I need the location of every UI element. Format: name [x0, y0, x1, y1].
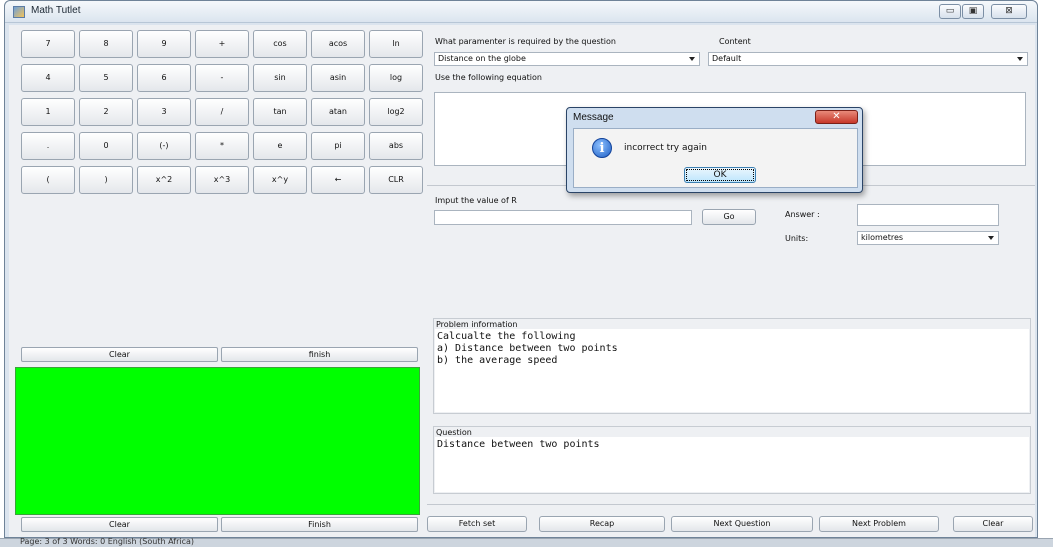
question-text: Distance between two points: [437, 439, 600, 450]
clear-button[interactable]: Clear: [953, 516, 1033, 532]
calc-key-9[interactable]: 9: [137, 30, 191, 58]
calc-key-7[interactable]: 7: [21, 30, 75, 58]
next-problem-button[interactable]: Next Problem: [819, 516, 939, 532]
status-text: Page: 3 of 3 Words: 0 English (South Afr…: [20, 537, 195, 546]
question-panel: Question Distance between two points: [433, 426, 1031, 494]
calc-key-cube[interactable]: x^3: [195, 166, 249, 194]
dialog-title: Message: [573, 112, 614, 123]
calc-key-multiply[interactable]: *: [195, 132, 249, 160]
app-window: Math Tutlet ▭ ▣ ⊠ Clear finish Clear Fin…: [4, 0, 1038, 538]
calc-key-1[interactable]: 1: [21, 98, 75, 126]
problem-info-panel: Problem information Calcualte the follow…: [433, 318, 1031, 414]
chevron-down-icon: [689, 57, 695, 61]
calc-key-0[interactable]: 0: [79, 132, 133, 160]
calc-key-tan[interactable]: tan: [253, 98, 307, 126]
chevron-down-icon: [988, 236, 994, 240]
maximize-button[interactable]: ▣: [962, 4, 984, 19]
content-select-value: Default: [712, 54, 742, 63]
go-button[interactable]: Go: [702, 209, 756, 225]
calc-key-plus[interactable]: +: [195, 30, 249, 58]
info-icon: i: [592, 138, 612, 158]
calc-key-4[interactable]: 4: [21, 64, 75, 92]
problem-info-header: Problem information: [436, 320, 518, 329]
bottom-clear-button[interactable]: Clear: [21, 517, 218, 532]
problem-info-line-1: Calcualte the following: [437, 331, 576, 342]
java-app-icon: [13, 6, 25, 18]
calc-key-decimal[interactable]: .: [21, 132, 75, 160]
calc-key-e[interactable]: e: [253, 132, 307, 160]
content-select[interactable]: Default: [708, 52, 1028, 66]
calc-key-5[interactable]: 5: [79, 64, 133, 92]
calc-key-clr[interactable]: CLR: [369, 166, 423, 194]
calc-key-pi[interactable]: pi: [311, 132, 365, 160]
dialog-body: i incorrect try again OK: [573, 128, 858, 188]
calc-key-ln[interactable]: ln: [369, 30, 423, 58]
question-header: Question: [436, 428, 472, 437]
recap-button[interactable]: Recap: [539, 516, 665, 532]
units-label: Units:: [785, 234, 809, 243]
bottom-finish-button[interactable]: Finish: [221, 517, 418, 532]
calc-key-cos[interactable]: cos: [253, 30, 307, 58]
calc-key-square[interactable]: x^2: [137, 166, 191, 194]
green-drawing-area: [15, 367, 420, 515]
calc-key-minus[interactable]: -: [195, 64, 249, 92]
calc-key-2[interactable]: 2: [79, 98, 133, 126]
window-title: Math Tutlet: [31, 5, 81, 16]
dialog-message: incorrect try again: [624, 143, 707, 153]
client-area: Clear finish Clear Finish What paramente…: [9, 25, 1035, 537]
message-dialog: Message ✕ i incorrect try again OK: [566, 107, 863, 193]
calc-key-acos[interactable]: acos: [311, 30, 365, 58]
calc-key-sin[interactable]: sin: [253, 64, 307, 92]
divider: [427, 504, 1035, 505]
calc-clear-button[interactable]: Clear: [21, 347, 218, 362]
calc-key-negate[interactable]: (-): [137, 132, 191, 160]
ok-button[interactable]: OK: [684, 167, 756, 183]
calc-key-asin[interactable]: asin: [311, 64, 365, 92]
dialog-close-button[interactable]: ✕: [815, 110, 858, 124]
r-value-input[interactable]: [434, 210, 692, 225]
taskbar-strip: Page: 3 of 3 Words: 0 English (South Afr…: [0, 537, 1053, 547]
minimize-button[interactable]: ▭: [939, 4, 961, 19]
units-select[interactable]: kilometres: [857, 231, 999, 245]
title-bar: Math Tutlet ▭ ▣ ⊠: [5, 1, 1037, 23]
equation-label: Use the following equation: [435, 73, 542, 82]
chevron-down-icon: [1017, 57, 1023, 61]
calculator-work-area: [15, 197, 420, 345]
problem-info-line-3: b) the average speed: [437, 355, 558, 366]
calc-key-log2[interactable]: log2: [369, 98, 423, 126]
parameter-label: What paramenter is required by the quest…: [435, 37, 616, 46]
next-question-button[interactable]: Next Question: [671, 516, 813, 532]
calc-key-close-paren[interactable]: ): [79, 166, 133, 194]
calc-key-6[interactable]: 6: [137, 64, 191, 92]
problem-info-text-area[interactable]: Calcualte the following a) Distance betw…: [435, 329, 1029, 412]
parameter-select[interactable]: Distance on the globe: [434, 52, 700, 66]
close-window-button[interactable]: ⊠: [991, 4, 1027, 19]
fetch-set-button[interactable]: Fetch set: [427, 516, 527, 532]
problem-info-line-2: a) Distance between two points: [437, 343, 618, 354]
units-select-value: kilometres: [861, 233, 904, 242]
answer-input[interactable]: [857, 204, 999, 226]
calc-finish-button[interactable]: finish: [221, 347, 418, 362]
calc-key-log[interactable]: log: [369, 64, 423, 92]
input-r-label: Imput the value of R: [435, 196, 517, 205]
calc-key-atan[interactable]: atan: [311, 98, 365, 126]
calc-key-abs[interactable]: abs: [369, 132, 423, 160]
calc-key-backspace[interactable]: ←: [311, 166, 365, 194]
content-label: Content: [719, 37, 751, 46]
parameter-select-value: Distance on the globe: [438, 54, 526, 63]
question-text-area[interactable]: Distance between two points: [435, 437, 1029, 492]
calc-key-3[interactable]: 3: [137, 98, 191, 126]
calc-key-power[interactable]: x^y: [253, 166, 307, 194]
answer-label: Answer :: [785, 210, 820, 219]
calc-key-8[interactable]: 8: [79, 30, 133, 58]
calc-key-divide[interactable]: /: [195, 98, 249, 126]
calc-key-open-paren[interactable]: (: [21, 166, 75, 194]
